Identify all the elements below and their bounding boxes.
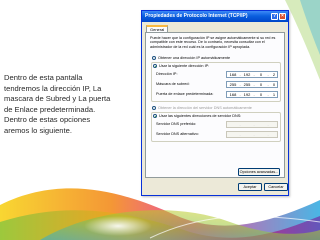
cancel-button[interactable]: Cancelar [264,183,288,191]
octet-dot: . [267,122,269,127]
caption-line: Dentro de estas opciones [4,115,91,125]
octet-dot: . [253,132,255,137]
caption-line: tendremos la dirección IP, La [4,83,102,93]
dns-group: Usar las siguientes direcciones de servi… [151,112,281,142]
octet-dot: . [253,122,255,127]
manual-ip-option[interactable]: Usar la siguiente dirección IP: [153,63,212,69]
advanced-options-button[interactable]: Opciones avanzadas... [238,168,280,176]
manual-dns-option[interactable]: Usar las siguientes direcciones de servi… [153,113,244,119]
octet: 1 [272,92,276,97]
octet: 192 [243,72,251,77]
subnet-mask-field[interactable]: 255. 255. 0. 0 [226,81,278,88]
accept-button[interactable]: Aceptar [238,183,262,191]
octet: 0 [259,92,263,97]
tcpip-properties-dialog: Propiedades de Protocolo Internet (TCP/I… [141,10,289,196]
description-text: Puede hacer que la configuración IP se a… [150,36,276,49]
octet: 192 [243,92,251,97]
ip-address-group: Usar la siguiente dirección IP: Direcció… [151,62,281,102]
radio-button[interactable] [153,113,157,118]
gateway-row: Puerta de enlace predeterminada: 168. 19… [156,91,280,98]
octet-dot: . [267,132,269,137]
alternate-dns-row: Servidor DNS alternativo: . . . [156,131,280,138]
caption-line: Dentro de esta pantalla [4,73,83,82]
general-panel: Puede hacer que la configuración IP se a… [145,32,285,178]
preferred-dns-field[interactable]: . . . [226,121,278,128]
ip-address-field[interactable]: 168. 192. 0. 2 [226,71,278,78]
octet: 255 [243,82,251,87]
alternate-dns-label: Servidor DNS alternativo: [156,132,199,136]
dialog-title: Propiedades de Protocolo Internet (TCP/I… [142,11,288,22]
auto-ip-label: Obtener una dirección IP automáticamente [158,56,231,60]
octet-dot: . [239,122,241,127]
octet: 0 [272,82,276,87]
octet: 0 [259,72,263,77]
octet: 2 [272,72,276,77]
octet-dot: . [239,132,241,137]
slide-caption: Dentro de esta pantalla tendremos la dir… [4,73,134,137]
radio-button[interactable] [153,63,157,68]
preferred-dns-row: Servidor DNS preferido: . . . [156,121,280,128]
ip-address-label: Dirección IP: [156,72,178,76]
auto-dns-option[interactable]: Obtener la dirección del servidor DNS au… [152,105,252,111]
tab-general[interactable]: General [146,25,169,32]
octet: 255 [229,82,237,87]
subnet-mask-row: Máscara de subred: 255. 255. 0. 0 [156,81,280,88]
octet: 0 [259,82,263,87]
close-button[interactable]: × [279,13,286,20]
octet: 168 [229,72,237,77]
subnet-mask-label: Máscara de subred: [156,82,190,86]
caption-line: de Enlace predeterminada. [4,104,96,114]
manual-ip-label: Usar la siguiente dirección IP: [159,64,210,68]
manual-dns-label: Usar las siguientes direcciones de servi… [159,114,242,118]
gateway-label: Puerta de enlace predeterminada: [156,92,214,96]
auto-dns-label: Obtener la dirección del servidor DNS au… [158,106,252,110]
caption-line: aremos lo siguiente. [4,125,72,135]
help-button[interactable]: ? [271,13,278,20]
octet: 168 [229,92,237,97]
auto-ip-option[interactable]: Obtener una dirección IP automáticamente [152,55,230,61]
preferred-dns-label: Servidor DNS preferido: [156,122,197,126]
ip-address-row: Dirección IP: 168. 192. 0. 2 [156,71,280,78]
gateway-field[interactable]: 168. 192. 0. 1 [226,91,278,98]
alternate-dns-field[interactable]: . . . [226,131,278,138]
caption-line: mascara de Subred y La puerta [4,94,111,104]
radio-button[interactable] [152,105,156,110]
radio-button[interactable] [152,55,156,60]
